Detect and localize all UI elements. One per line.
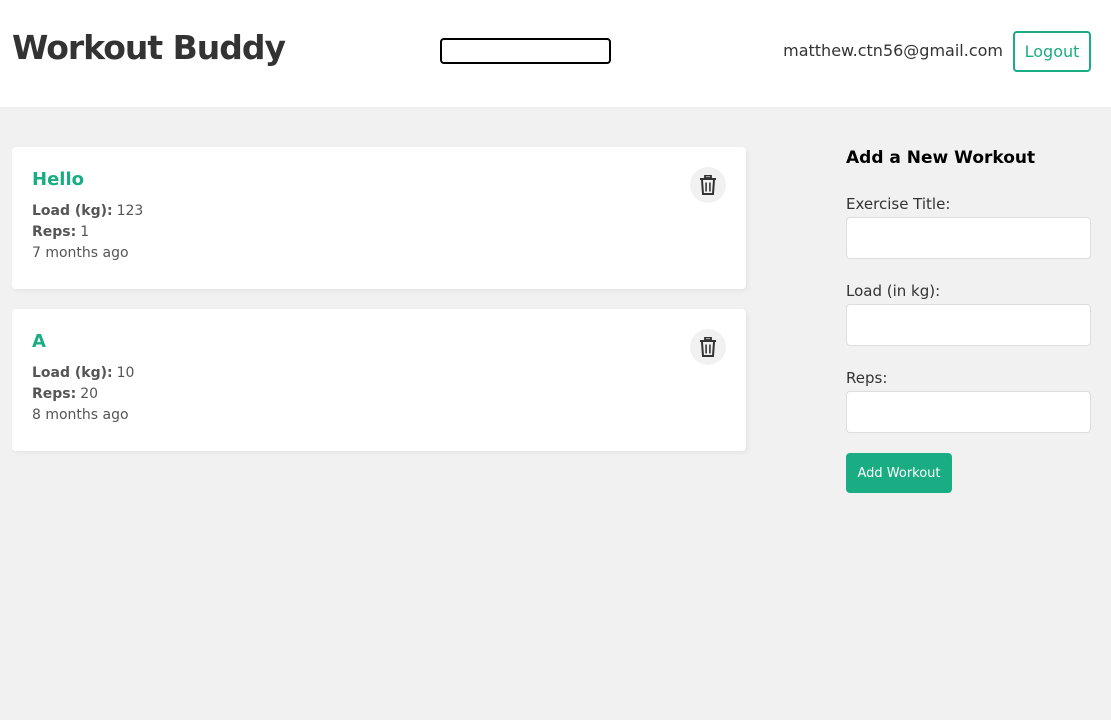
load-label: Load (in kg):: [846, 282, 941, 300]
workout-load: Load (kg): 123: [32, 201, 726, 222]
navbar: Workout Buddy matthew.ctn56@gmail.com Lo…: [0, 0, 1111, 107]
add-workout-form: Add a New Workout Exercise Title: Load (…: [846, 148, 1091, 493]
trash-icon: [700, 175, 716, 195]
workout-load-value: 123: [116, 203, 144, 219]
workout-timestamp: 8 months ago: [32, 407, 129, 423]
load-input[interactable]: [846, 304, 1091, 346]
workout-reps-label: Reps:: [32, 386, 77, 402]
add-workout-button[interactable]: Add Workout: [846, 453, 952, 493]
workout-title: Hello: [32, 169, 84, 190]
workout-load-label: Load (kg):: [32, 365, 113, 381]
workout-title: A: [32, 331, 46, 352]
reps-label: Reps:: [846, 369, 888, 387]
workout-load-label: Load (kg):: [32, 203, 113, 219]
workout-timestamp: 7 months ago: [32, 245, 129, 261]
logout-button[interactable]: Logout: [1013, 31, 1091, 72]
workout-card: A Load (kg): 10 Reps: 20 8 months ago: [12, 309, 746, 451]
user-email: matthew.ctn56@gmail.com: [783, 41, 1003, 60]
workout-reps: Reps: 20: [32, 384, 726, 405]
workout-load: Load (kg): 10: [32, 363, 726, 384]
form-heading: Add a New Workout: [846, 148, 1036, 168]
workout-load-value: 10: [116, 365, 135, 381]
delete-workout-button[interactable]: [690, 329, 726, 365]
workout-reps-value: 20: [80, 386, 99, 402]
workout-card: Hello Load (kg): 123 Reps: 1 7 months ago: [12, 147, 746, 289]
trash-icon: [700, 337, 716, 357]
exercise-title-input[interactable]: [846, 217, 1091, 259]
workout-reps-value: 1: [80, 224, 90, 240]
header-search-input[interactable]: [440, 38, 611, 64]
delete-workout-button[interactable]: [690, 167, 726, 203]
app-title[interactable]: Workout Buddy: [12, 28, 286, 67]
reps-input[interactable]: [846, 391, 1091, 433]
workout-reps-label: Reps:: [32, 224, 77, 240]
exercise-title-label: Exercise Title:: [846, 195, 951, 213]
workout-reps: Reps: 1: [32, 222, 726, 243]
